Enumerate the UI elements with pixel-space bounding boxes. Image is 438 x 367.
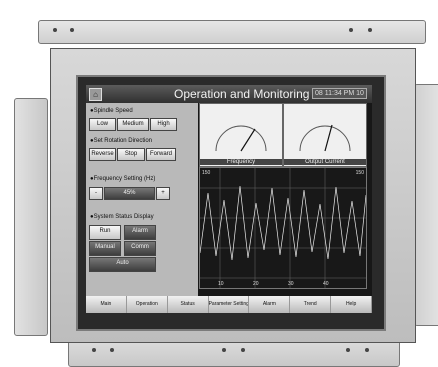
top-mount-bracket <box>38 20 426 44</box>
clock-display: 08 11:34 PM 10 <box>312 88 367 99</box>
page-title: Operation and Monitoring <box>174 87 310 101</box>
graph-bottom-tick: 10 <box>218 281 224 287</box>
gauge-icon <box>215 125 267 152</box>
control-panel: ●Spindle Speed Low Medium High ●Set Rota… <box>86 103 198 296</box>
current-meter-label: Output Current <box>284 159 366 165</box>
direction-label: ●Set Rotation Direction <box>90 138 152 144</box>
right-mount-bracket <box>414 84 438 326</box>
tab-alarm[interactable]: Alarm <box>249 296 291 313</box>
speed-high-button[interactable]: High <box>150 118 177 131</box>
frequency-plus-button[interactable]: + <box>156 187 170 200</box>
frequency-meter-label: Frequency <box>200 159 282 165</box>
mount-hole-icon <box>222 348 226 352</box>
frequency-value[interactable]: 45% <box>104 187 155 200</box>
hmi-screen: ⌂ Operation and Monitoring 08 11:34 PM 1… <box>86 85 372 313</box>
gauge-icon <box>299 124 351 152</box>
frequency-label: ●Frequency Setting (Hz) <box>90 176 156 182</box>
speed-label: ●Spindle Speed <box>90 108 133 114</box>
tab-operation[interactable]: Operation <box>126 296 168 313</box>
mount-hole-icon <box>365 348 369 352</box>
mount-hole-icon <box>349 28 353 32</box>
mount-hole-icon <box>346 348 350 352</box>
mount-hole-icon <box>92 348 96 352</box>
trend-waveform-icon <box>199 168 367 288</box>
frequency-meter: Frequency <box>199 103 283 167</box>
frequency-minus-button[interactable]: - <box>89 187 103 200</box>
graph-bottom-tick: 20 <box>253 281 259 287</box>
title-bar: ⌂ Operation and Monitoring 08 11:34 PM 1… <box>86 85 372 103</box>
auto-status-button[interactable]: Auto <box>89 257 156 272</box>
manual-status-button[interactable]: Manual <box>89 241 121 256</box>
status-label: ●System Status Display <box>90 214 154 220</box>
forward-button[interactable]: Forward <box>146 148 176 161</box>
mount-hole-icon <box>110 348 114 352</box>
navigation-tabs: Main Operation Status Parameter Setting … <box>86 296 372 313</box>
graph-right-tick: 150 <box>355 170 364 176</box>
mount-hole-icon <box>368 28 372 32</box>
current-meter: Output Current <box>283 103 367 167</box>
graph-bottom-tick: 40 <box>323 281 329 287</box>
tab-help[interactable]: Help <box>331 296 372 313</box>
tab-trend[interactable]: Trend <box>290 296 332 313</box>
trend-graph: 150 150 10 20 30 40 <box>199 167 367 289</box>
run-status-button[interactable]: Run <box>89 225 121 240</box>
stop-button[interactable]: Stop <box>117 148 145 161</box>
left-mount-bracket <box>14 98 48 336</box>
mount-hole-icon <box>53 28 57 32</box>
reverse-button[interactable]: Reverse <box>89 148 116 161</box>
mount-hole-icon <box>70 28 74 32</box>
tab-main[interactable]: Main <box>86 296 127 313</box>
graph-bottom-tick: 30 <box>288 281 294 287</box>
panel-mount-frame: ⌂ Operation and Monitoring 08 11:34 PM 1… <box>12 20 438 367</box>
alarm-status-button[interactable]: Alarm <box>124 225 156 240</box>
mount-hole-icon <box>241 348 245 352</box>
speed-medium-button[interactable]: Medium <box>117 118 149 131</box>
tab-parameter-setting[interactable]: Parameter Setting <box>208 296 250 313</box>
tab-status[interactable]: Status <box>167 296 209 313</box>
graph-left-tick: 150 <box>202 170 211 176</box>
comm-status-button[interactable]: Comm <box>124 241 156 256</box>
home-icon[interactable]: ⌂ <box>89 88 102 101</box>
speed-low-button[interactable]: Low <box>89 118 116 131</box>
